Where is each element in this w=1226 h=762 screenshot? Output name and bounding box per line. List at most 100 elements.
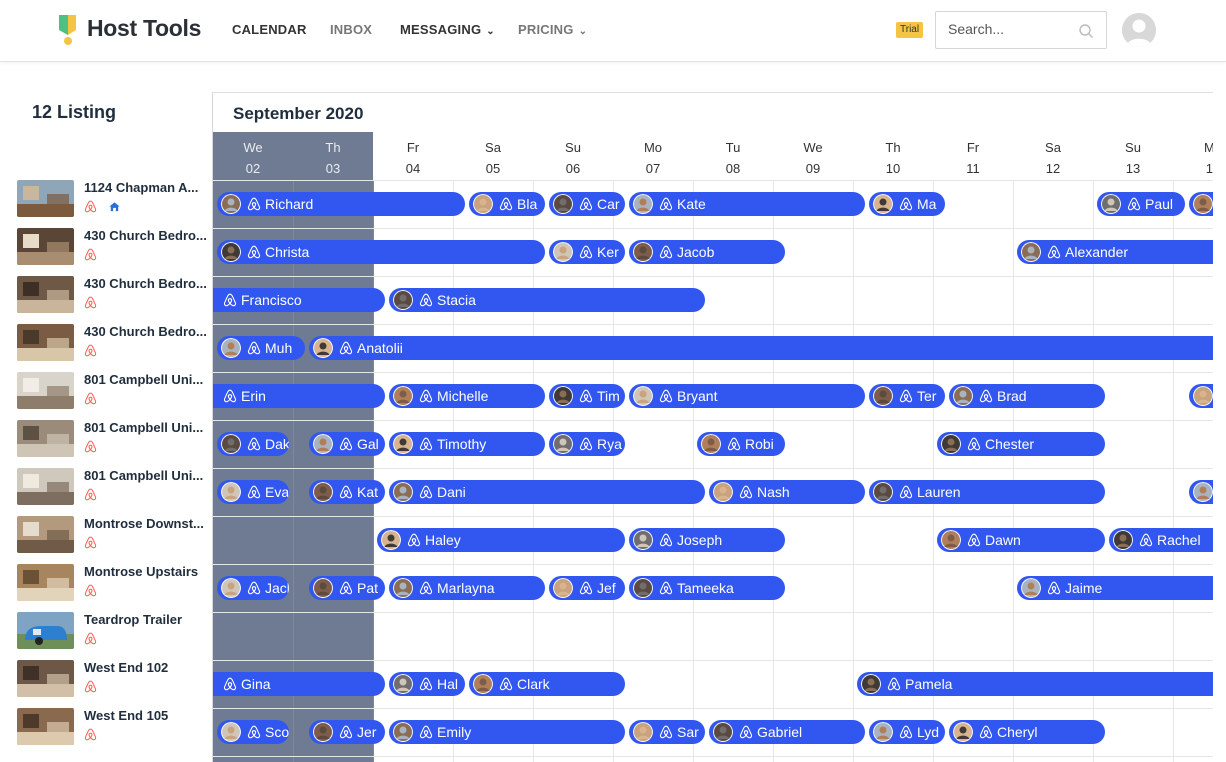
reservation-bar[interactable]: Dak (217, 432, 289, 456)
reservation-bar[interactable]: Clark (469, 672, 625, 696)
reservation-bar[interactable]: Hal (389, 672, 465, 696)
listing-row[interactable]: Teardrop Trailer (17, 612, 207, 652)
reservation-bar[interactable]: Rachel (1109, 528, 1226, 552)
reservation-bar[interactable]: Cheryl (949, 720, 1105, 744)
reservation-bar[interactable]: Eval (217, 480, 289, 504)
reservation-bar[interactable]: Ter (869, 384, 945, 408)
reservation-bar[interactable]: Bryant (629, 384, 865, 408)
day-header[interactable]: Su 13 (1093, 137, 1173, 179)
listing-thumbnail (17, 372, 74, 409)
reservation-bar[interactable]: Kate (629, 192, 865, 216)
reservation-bar[interactable]: Lyd (869, 720, 945, 744)
day-header[interactable]: Fr 11 (933, 137, 1013, 179)
reservation-bar[interactable]: Dawn (937, 528, 1105, 552)
day-header[interactable]: Fr 04 (373, 137, 453, 179)
listing-row[interactable]: 430 Church Bedro... (17, 276, 207, 316)
listing-row[interactable]: 801 Campbell Uni... (17, 468, 207, 508)
reservation-bar[interactable]: Jer (309, 720, 385, 744)
reservation-bar[interactable]: Erin (213, 384, 385, 408)
reservation-bar[interactable]: Jack (217, 576, 289, 600)
reservation-bar[interactable]: Emily (389, 720, 625, 744)
reservation-bar[interactable]: Joseph (629, 528, 785, 552)
reservation-bar[interactable]: Timothy (389, 432, 545, 456)
brand-name[interactable]: Host Tools (87, 15, 201, 42)
reservation-bar[interactable]: Anatolii (309, 336, 1226, 360)
search-icon[interactable] (1078, 23, 1094, 39)
reservation-bar[interactable]: Bla (469, 192, 545, 216)
listing-row[interactable]: Montrose Upstairs (17, 564, 207, 604)
guest-name: Jer (357, 724, 377, 740)
nav-pricing[interactable]: PRICING ⌄ (518, 22, 587, 37)
listing-name: Teardrop Trailer (84, 612, 183, 627)
guest-avatar (1113, 530, 1133, 550)
day-header[interactable]: Tu 08 (693, 137, 773, 179)
listing-row[interactable]: 430 Church Bedro... (17, 324, 207, 364)
nav-inbox[interactable]: INBOX (330, 22, 372, 37)
guest-avatar (553, 194, 573, 214)
reservation-bar[interactable]: Nash (709, 480, 865, 504)
reservation-bar[interactable]: Robi (697, 432, 785, 456)
reservation-bar[interactable]: Gabriel (709, 720, 865, 744)
day-of-week: Su (565, 140, 581, 155)
user-avatar[interactable] (1122, 13, 1156, 47)
reservation-bar[interactable]: Lauren (869, 480, 1105, 504)
reservation-bar[interactable]: Scot (217, 720, 289, 744)
reservation-bar[interactable]: Gal (309, 432, 385, 456)
reservation-bar[interactable]: Tameeka (629, 576, 785, 600)
reservation-bar[interactable]: Christa (217, 240, 545, 264)
day-header[interactable]: Th 03 (293, 137, 373, 179)
reservation-bar[interactable]: Brad (949, 384, 1105, 408)
reservation-bar[interactable]: Pat (309, 576, 385, 600)
search-box[interactable] (935, 11, 1107, 49)
listing-row[interactable]: 801 Campbell Uni... (17, 420, 207, 460)
airbnb-icon (1047, 245, 1061, 259)
guest-name: Jef (597, 580, 616, 596)
guest-name: Tameeka (677, 580, 734, 596)
reservation-bar[interactable]: Alexander (1017, 240, 1226, 264)
reservation-bar[interactable]: Marlayna (389, 576, 545, 600)
reservation-bar[interactable]: Francisco (213, 288, 385, 312)
reservation-bar[interactable]: Ma (869, 192, 945, 216)
reservation-bar[interactable]: Ker (549, 240, 625, 264)
listing-row[interactable]: 430 Church Bedro... (17, 228, 207, 268)
reservation-bar[interactable]: Haley (377, 528, 625, 552)
reservation-bar[interactable]: Sar (629, 720, 705, 744)
reservation-bar[interactable]: Stacia (389, 288, 705, 312)
guest-avatar (221, 338, 241, 358)
reservation-bar[interactable]: Muh (217, 336, 305, 360)
listing-name: 801 Campbell Uni... (84, 372, 204, 387)
day-header[interactable]: We 09 (773, 137, 853, 179)
guest-name: Christa (265, 244, 310, 260)
day-header[interactable]: We 02 (213, 137, 293, 179)
reservation-bar[interactable]: Jaime (1017, 576, 1226, 600)
day-header[interactable]: Su 06 (533, 137, 613, 179)
reservation-bar[interactable]: Kat (309, 480, 385, 504)
reservation-bar[interactable]: Chester (937, 432, 1105, 456)
reservation-bar[interactable]: Paul (1097, 192, 1185, 216)
listing-row[interactable]: 801 Campbell Uni... (17, 372, 207, 412)
day-header[interactable]: Th 10 (853, 137, 933, 179)
guest-name: Bla (517, 196, 538, 212)
reservation-bar[interactable]: Michelle (389, 384, 545, 408)
day-header[interactable]: Mo 07 (613, 137, 693, 179)
reservation-bar[interactable]: Rya (549, 432, 625, 456)
reservation-bar[interactable]: Gina (213, 672, 385, 696)
reservation-bar[interactable]: Car (549, 192, 625, 216)
listing-row[interactable]: West End 102 (17, 660, 207, 700)
nav-calendar[interactable]: CALENDAR (232, 22, 307, 37)
reservation-bar[interactable]: Dani (389, 480, 705, 504)
listing-row[interactable]: West End 105 (17, 708, 207, 748)
day-header[interactable]: Sa 05 (453, 137, 533, 179)
listing-row[interactable]: Montrose Downst... (17, 516, 207, 556)
reservation-bar[interactable]: Jef (549, 576, 625, 600)
search-input[interactable] (948, 21, 1078, 37)
reservation-bar[interactable]: Jacob (629, 240, 785, 264)
day-header[interactable]: Sa 12 (1013, 137, 1093, 179)
reservation-bar[interactable]: Pamela (857, 672, 1226, 696)
reservation-bar[interactable]: Tim (549, 384, 625, 408)
host-tools-logo-icon[interactable] (58, 14, 78, 46)
listing-row[interactable]: 1124 Chapman A... (17, 180, 207, 220)
guest-avatar (313, 578, 333, 598)
nav-messaging[interactable]: MESSAGING ⌄ (400, 22, 495, 37)
reservation-bar[interactable]: Richard (217, 192, 465, 216)
